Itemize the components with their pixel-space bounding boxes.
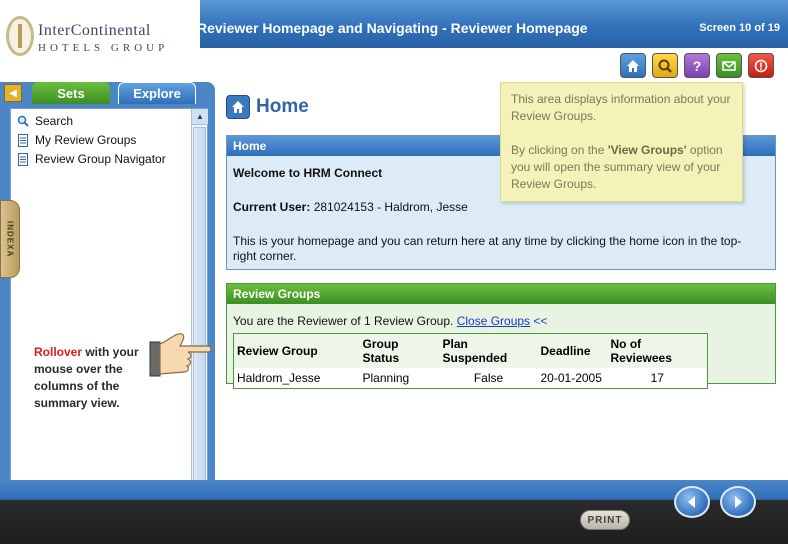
review-groups-panel: Review Groups You are the Reviewer of 1 … [226,283,776,389]
rollover-highlight: Rollover [34,345,83,359]
cell-deadline: 20-01-2005 [540,370,602,385]
tooltip-line2-pre: By clicking on the [511,143,608,157]
logo-emblem-icon [6,16,34,56]
cell-plan-suspended: False [473,370,504,385]
close-groups-chevron[interactable]: << [533,314,547,328]
document-icon [18,152,28,166]
tree-item-my-review-groups[interactable]: My Review Groups [17,132,136,148]
pointing-hand-icon [149,333,212,377]
table-header-row: Review Group Group Status Plan Suspended… [233,333,708,368]
tooltip-line2: By clicking on the 'View Groups' option … [511,142,732,193]
home-info-text: This is your homepage and you can return… [233,234,742,263]
cell-no-of-reviewees: 17 [650,370,664,385]
main-heading: Home [226,95,309,119]
tree-item-label: Search [35,114,74,128]
tree-scrollbar[interactable]: ▲ [191,109,208,485]
rollover-instruction: Rollover with your mouse over the column… [34,344,152,412]
current-user-label: Current User: [233,200,311,214]
close-groups-link[interactable]: Close Groups [457,314,530,328]
search-icon [17,115,29,127]
column-header-deadline[interactable]: Deadline [537,333,608,368]
column-header-no-of-reviewees[interactable]: No of Reviewees [607,333,708,368]
review-groups-table: Review Group Group Status Plan Suspended… [233,333,708,389]
logo: InterContinental HOTELS GROUP [0,0,200,72]
logo-text-line2: HOTELS GROUP [38,42,169,54]
back-arrow-icon[interactable]: ◀ [4,84,22,102]
tooltip-line1: This area displays information about you… [511,92,731,123]
footer-bar [0,480,788,544]
explore-tree: Search My Review Groups Review Group Nav… [10,108,208,486]
mail-icon[interactable] [716,53,742,78]
search-icon[interactable] [652,53,678,78]
column-header-group-status[interactable]: Group Status [359,333,440,368]
tab-sets[interactable]: Sets [32,82,110,104]
index-tab[interactable]: INDEXA [0,200,20,278]
page-title: Reviewer Homepage and Navigating - Revie… [197,20,588,36]
review-groups-summary: You are the Reviewer of 1 Review Group. … [233,314,547,329]
tree-item-label: Review Group Navigator [35,152,166,166]
logo-text-line1: InterContinental [38,22,151,39]
previous-arrow-icon[interactable] [674,486,710,518]
current-user-value: 281024153 - Haldrom, Jesse [313,200,468,214]
index-tab-label: INDEXA [5,220,15,258]
info-tooltip: This area displays information about you… [500,82,743,202]
home-icon[interactable] [620,53,646,78]
exit-icon[interactable] [748,53,774,78]
help-glyph: ? [692,57,702,74]
help-icon[interactable]: ? [684,53,710,78]
tree-item-label: My Review Groups [35,133,137,147]
next-arrow-icon[interactable] [720,486,756,518]
column-header-review-group[interactable]: Review Group [233,333,360,368]
scroll-thumb[interactable] [193,127,206,485]
welcome-text: Welcome to HRM Connect [233,166,383,180]
document-icon [18,133,28,147]
screen-counter: Screen 10 of 19 [699,22,780,34]
tooltip-line2-bold: 'View Groups' [607,143,687,157]
tree-item-review-group-navigator[interactable]: Review Group Navigator [17,151,166,167]
cell-review-group: Haldrom_Jesse [237,370,321,385]
table-row[interactable]: Haldrom_Jesse Planning False 20-01-2005 … [234,368,708,388]
current-user: Current User: 281024153 - Haldrom, Jesse [233,200,468,215]
review-groups-header: Review Groups [227,284,775,304]
tab-explore[interactable]: Explore [118,82,196,104]
scroll-up-icon[interactable]: ▲ [192,109,208,125]
home-icon [226,95,250,119]
print-button[interactable]: PRINT [580,510,630,530]
cell-group-status: Planning [362,370,410,385]
page-heading: Home [256,96,309,117]
tree-item-search[interactable]: Search [17,113,73,129]
summary-text: You are the Reviewer of 1 Review Group. [233,314,454,328]
column-header-plan-suspended[interactable]: Plan Suspended [439,333,538,368]
